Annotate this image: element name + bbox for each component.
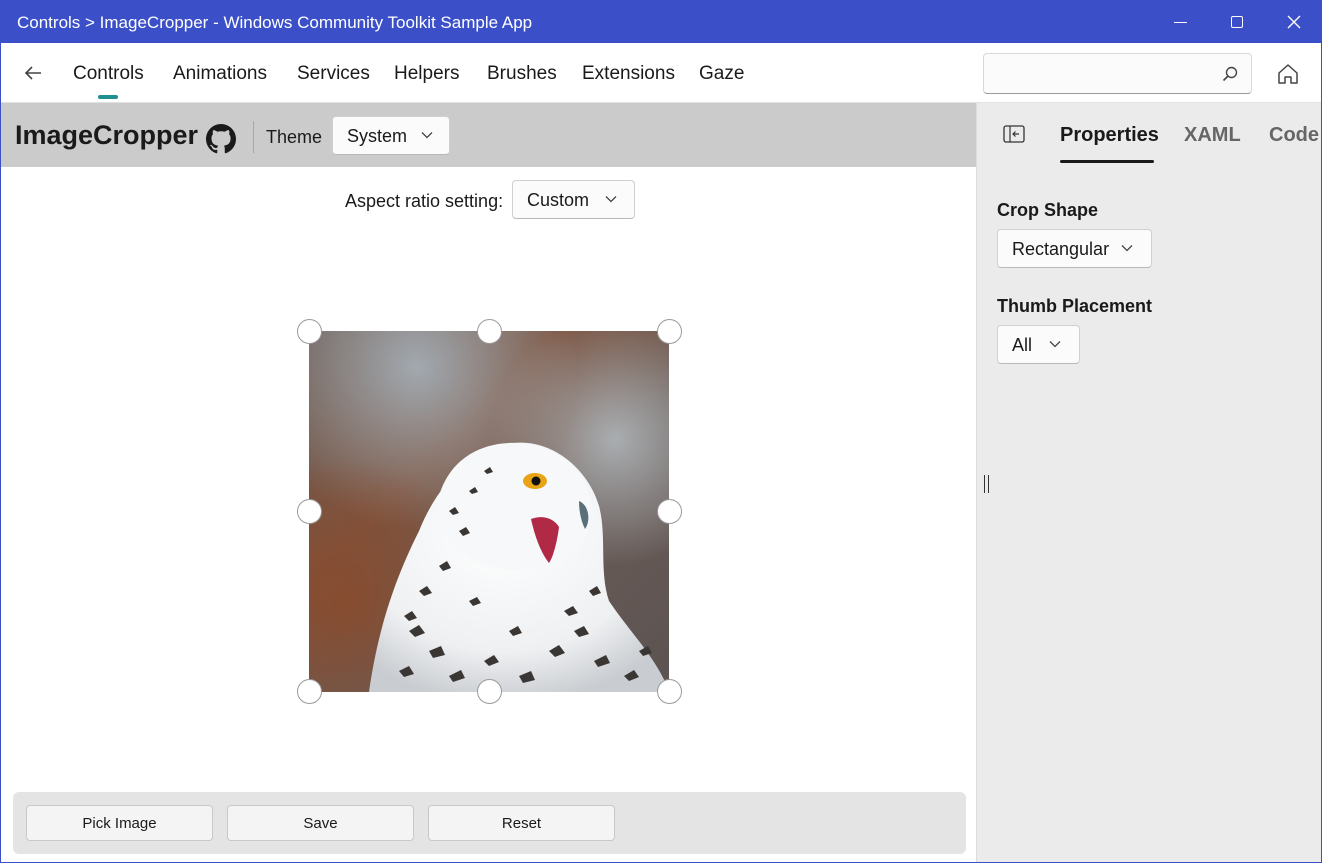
theme-dropdown[interactable]: System <box>332 116 450 155</box>
crop-thumb-left[interactable] <box>297 499 322 524</box>
nav-item-animations[interactable]: Animations <box>173 63 267 85</box>
crop-thumb-top-right[interactable] <box>657 319 682 344</box>
tab-xaml[interactable]: XAML <box>1184 124 1241 147</box>
crop-thumb-bottom-left[interactable] <box>297 679 322 704</box>
back-arrow-icon <box>24 66 41 80</box>
thumb-placement-value: All <box>1012 335 1033 355</box>
crop-shape-dropdown[interactable]: Rectangular <box>997 229 1152 268</box>
tab-active-indicator <box>1060 160 1154 163</box>
maximize-icon <box>1231 16 1243 28</box>
search-box[interactable] <box>983 53 1252 94</box>
close-button[interactable] <box>1266 1 1321 43</box>
tab-code[interactable]: Code <box>1269 124 1319 147</box>
header-divider <box>253 121 254 153</box>
page-title: ImageCropper <box>15 120 199 150</box>
theme-label: Theme <box>266 127 323 147</box>
tab-properties[interactable]: Properties <box>1060 124 1159 147</box>
crop-thumb-top-left[interactable] <box>297 319 322 344</box>
nav-active-indicator <box>98 95 118 99</box>
app-window: Controls > ImageCropper - Windows Commun… <box>0 0 1322 863</box>
sample-header: ImageCropper <box>1 103 976 167</box>
chevron-down-icon <box>1049 341 1061 348</box>
crop-thumb-bottom[interactable] <box>477 679 502 704</box>
crop-shape-label: Crop Shape <box>997 200 1099 220</box>
side-panel-icon[interactable] <box>1003 125 1025 143</box>
title-bar: Controls > ImageCropper - Windows Commun… <box>1 1 1321 43</box>
pick-image-button[interactable]: Pick Image <box>26 805 213 841</box>
window-title: Controls > ImageCropper - Windows Commun… <box>17 13 533 32</box>
chevron-down-icon <box>1121 245 1133 252</box>
nav-item-controls[interactable]: Controls <box>73 63 144 85</box>
maximize-button[interactable] <box>1209 1 1265 43</box>
crop-thumb-right[interactable] <box>657 499 682 524</box>
chevron-down-icon <box>421 132 433 139</box>
crop-thumb-top[interactable] <box>477 319 502 344</box>
aspect-ratio-value: Custom <box>527 190 590 210</box>
nav-item-gaze[interactable]: Gaze <box>699 63 744 85</box>
cropped-image[interactable] <box>309 331 669 692</box>
reset-button[interactable]: Reset <box>428 805 615 841</box>
panel-splitter-grip[interactable] <box>984 475 989 493</box>
minimize-button[interactable] <box>1152 1 1208 43</box>
nav-item-services[interactable]: Services <box>297 63 370 85</box>
nav-item-helpers[interactable]: Helpers <box>394 63 459 85</box>
search-input[interactable] <box>994 62 1204 86</box>
back-button[interactable] <box>21 61 45 85</box>
search-icon[interactable] <box>1221 65 1239 83</box>
thumb-placement-label: Thumb Placement <box>997 296 1153 316</box>
minimize-icon <box>1173 21 1187 23</box>
save-button[interactable]: Save <box>227 805 414 841</box>
nav-item-brushes[interactable]: Brushes <box>487 63 557 85</box>
aspect-ratio-dropdown[interactable]: Custom <box>512 180 635 219</box>
thumb-placement-dropdown[interactable]: All <box>997 325 1080 364</box>
aspect-ratio-label: Aspect ratio setting: <box>345 191 504 211</box>
nav-item-extensions[interactable]: Extensions <box>582 63 675 85</box>
close-icon <box>1287 15 1301 29</box>
home-icon[interactable] <box>1275 61 1301 87</box>
chevron-down-icon <box>605 196 617 203</box>
theme-dropdown-value: System <box>347 126 408 146</box>
github-icon[interactable] <box>206 124 236 154</box>
crop-thumb-bottom-right[interactable] <box>657 679 682 704</box>
crop-shape-value: Rectangular <box>1012 239 1110 259</box>
